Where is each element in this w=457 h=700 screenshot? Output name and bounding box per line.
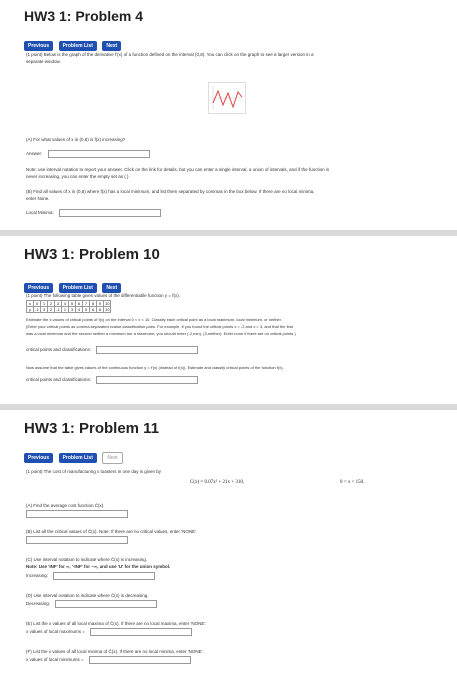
- question-b: (B) List all the critical values of C̄(x…: [26, 529, 198, 534]
- answer-input[interactable]: [47, 150, 150, 158]
- values-table: x 0 1 2 3 4 5 6 7 8 9 10 y -1 3 2 -1 1 3 4 5 6 8 10: [26, 300, 112, 313]
- local-minima-row: Local Minima:: [26, 209, 162, 217]
- question-d: (D) Use interval notation to indicate wh…: [26, 593, 149, 598]
- answer-b-row: [26, 536, 128, 544]
- previous-button[interactable]: Previous: [24, 453, 54, 463]
- nav-buttons: Previous Problem List Next: [24, 446, 124, 464]
- increasing-label: Increasing:: [26, 573, 49, 579]
- cp-input-2[interactable]: [96, 376, 199, 384]
- cp-row-1: critical points and classifications:: [26, 346, 199, 354]
- graph-icon: [211, 86, 243, 110]
- note-interval: Note: use interval notation to report yo…: [26, 167, 330, 179]
- question-b: (B) Find all values of x in (0,8) where …: [26, 189, 315, 201]
- problem-intro: (1 point) The cost of manufacturing x to…: [26, 469, 161, 474]
- question-e: (E) List the x values of all local maxim…: [26, 621, 207, 626]
- cp-input-1[interactable]: [96, 346, 199, 354]
- average-cost-input[interactable]: [26, 510, 128, 518]
- nav-buttons: Previous Problem List Next: [24, 34, 122, 52]
- local-minima-label: Local Minima:: [26, 210, 54, 216]
- problem-list-button[interactable]: Problem List: [58, 453, 97, 463]
- local-min-row: x values of local minimums =: [26, 656, 191, 664]
- derivative-graph-thumbnail[interactable]: [208, 82, 246, 114]
- question-a: (A) For what values of x in (0,8) is f(x…: [26, 137, 126, 142]
- answer-a-row: [26, 510, 128, 518]
- cp-label: critical points and classifications:: [26, 347, 92, 353]
- problem-4-panel: HW3 1: Problem 4 Previous Problem List N…: [0, 0, 457, 230]
- page-title: HW3 1: Problem 4: [24, 8, 144, 24]
- estimate-instructions: Estimate the x-values of critical points…: [26, 317, 296, 336]
- table-row: y -1 3 2 -1 1 3 4 5 6 8 10: [26, 306, 112, 313]
- decreasing-input[interactable]: [55, 600, 158, 608]
- decreasing-row: Decreasing:: [26, 600, 158, 608]
- local-minima-input[interactable]: [59, 209, 162, 217]
- local-max-row: x values of local maximums =: [26, 628, 193, 636]
- problem-10-panel: HW3 1: Problem 10 Previous Problem List …: [0, 236, 457, 404]
- question-a: (A) Find the average cost function C̄(x)…: [26, 503, 105, 508]
- previous-button[interactable]: Previous: [24, 41, 54, 51]
- page-title: HW3 1: Problem 11: [24, 420, 160, 437]
- question-c: (C) Use interval notation to indicate wh…: [26, 557, 171, 569]
- answer-label: Answer:: [26, 151, 43, 157]
- cost-equation: C(x) = 0.07x² + 21x + 310,: [190, 480, 245, 485]
- next-button[interactable]: Next: [102, 452, 123, 464]
- decreasing-label: Decreasing:: [26, 601, 51, 607]
- increasing-input[interactable]: [53, 572, 156, 580]
- local-max-label: x values of local maximums =: [26, 629, 85, 635]
- critical-values-input[interactable]: [26, 536, 128, 544]
- increasing-row: Increasing:: [26, 572, 156, 580]
- question-f: (F) List the x values of all local minim…: [26, 649, 204, 654]
- next-button[interactable]: Next: [102, 41, 122, 51]
- assume-derivative-text: Now assume that the table gives values o…: [26, 365, 284, 370]
- domain-text: 0 < x < 150.: [340, 480, 365, 485]
- local-min-label: x values of local minimums =: [26, 657, 84, 663]
- problem-11-panel: HW3 1: Problem 11 Previous Problem List …: [0, 410, 457, 700]
- page-title: HW3 1: Problem 10: [24, 246, 160, 263]
- cp-row-2: critical points and classifications:: [26, 376, 199, 384]
- answer-row: Answer:: [26, 150, 150, 158]
- problem-intro: (1 point) Below is the graph of the deri…: [26, 52, 314, 64]
- cp-label: critical points and classifications:: [26, 377, 92, 383]
- problem-list-button[interactable]: Problem List: [58, 41, 97, 51]
- local-min-input[interactable]: [88, 656, 191, 664]
- problem-intro: (1 point) The following table gives valu…: [26, 293, 181, 298]
- local-max-input[interactable]: [90, 628, 193, 636]
